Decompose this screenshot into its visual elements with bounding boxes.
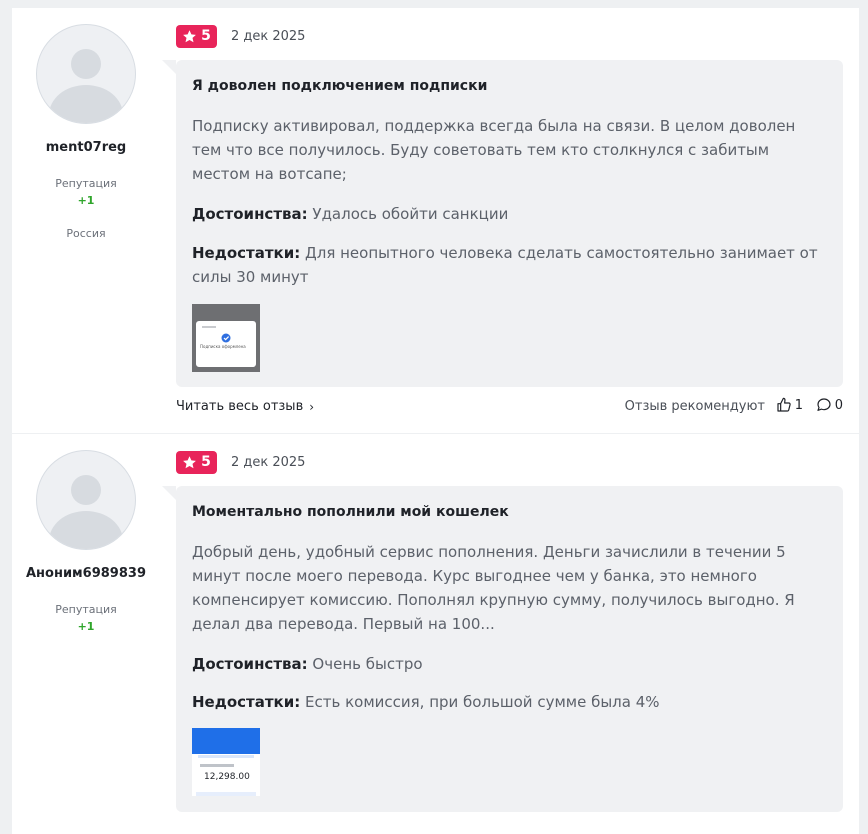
country: Россия xyxy=(66,227,106,240)
read-more-label: Читать весь отзыв xyxy=(176,399,304,414)
cons-label: Недостатки: xyxy=(192,693,301,711)
avatar[interactable] xyxy=(36,24,136,124)
author-panel: ment07reg Репутация +1 Россия xyxy=(12,8,160,240)
cons: Недостатки: Для неопытного человека сдел… xyxy=(192,241,822,289)
reviews-page: ment07reg Репутация +1 Россия 5 2 дек 20… xyxy=(0,0,868,834)
review-title[interactable]: Я доволен подключением подписки xyxy=(192,78,487,94)
read-more-link[interactable]: Читать весь отзыв › xyxy=(176,399,314,414)
thumbs-up-icon xyxy=(777,397,791,412)
reputation-value: +1 xyxy=(77,620,95,633)
cons-text: Есть комиссия, при большой сумме была 4% xyxy=(305,693,660,711)
pros-text: Очень быстро xyxy=(312,655,423,673)
rating-badge: 5 xyxy=(176,24,217,48)
review-text: Подписку активировал, поддержка всегда б… xyxy=(192,117,796,183)
comments-button[interactable]: 0 xyxy=(816,397,843,413)
review-bubble: Я доволен подключением подписки Подписку… xyxy=(162,60,843,387)
like-count: 1 xyxy=(794,397,803,413)
reputation-label: Репутация xyxy=(55,603,117,616)
rating-value: 5 xyxy=(201,28,211,44)
avatar-head xyxy=(71,475,101,505)
screenshot-thumbnail xyxy=(192,728,260,796)
review-meta: 5 2 дек 2025 xyxy=(176,24,305,48)
rating-value: 5 xyxy=(201,454,211,470)
review-card: Аноним6989839 Репутация +1 5 2 дек 2025 … xyxy=(12,434,859,834)
review-bubble: Моментально пополнили мой кошелек Добрый… xyxy=(162,486,843,812)
like-button[interactable]: 1 xyxy=(776,397,803,413)
pros-label: Достоинства: xyxy=(192,205,308,223)
review-photo[interactable]: Подписка оформлена xyxy=(192,304,260,372)
review-title[interactable]: Моментально пополнили мой кошелек xyxy=(192,504,509,520)
comment-count: 0 xyxy=(834,397,843,413)
cons-label: Недостатки: xyxy=(192,244,301,262)
star-icon xyxy=(183,455,196,468)
comment-icon xyxy=(817,398,831,411)
pros: Достоинства: Очень быстро xyxy=(192,652,822,676)
cons: Недостатки: Есть комиссия, при большой с… xyxy=(192,690,822,714)
review-footer: Читать весь отзыв › Отзыв рекомендуют 1 … xyxy=(176,396,843,420)
thumbnail-amount: 12,298.00 xyxy=(204,772,250,782)
review-date: 2 дек 2025 xyxy=(231,28,306,44)
reputation-value: +1 xyxy=(77,194,95,207)
avatar-body xyxy=(49,511,123,549)
rating-badge: 5 xyxy=(176,450,217,474)
star-icon xyxy=(183,29,196,42)
pros-text: Удалось обойти санкции xyxy=(312,205,509,223)
recommend-label: Отзыв рекомендуют xyxy=(624,399,765,414)
review-photo[interactable]: 12,298.00 xyxy=(192,728,260,796)
avatar[interactable] xyxy=(36,450,136,550)
review-meta: 5 2 дек 2025 xyxy=(176,450,305,474)
pros: Достоинства: Удалось обойти санкции xyxy=(192,202,822,226)
avatar-body xyxy=(49,85,123,123)
username[interactable]: ment07reg xyxy=(12,140,160,155)
screenshot-thumbnail xyxy=(192,304,260,372)
chevron-right-icon: › xyxy=(309,399,315,414)
review-text: Добрый день, удобный сервис пополнения. … xyxy=(192,543,795,633)
review-date: 2 дек 2025 xyxy=(231,454,306,470)
avatar-head xyxy=(71,49,101,79)
review-card: ment07reg Репутация +1 Россия 5 2 дек 20… xyxy=(12,8,859,433)
pros-label: Достоинства: xyxy=(192,655,308,673)
author-panel: Аноним6989839 Репутация +1 xyxy=(12,434,160,633)
reputation-label: Репутация xyxy=(55,177,117,190)
thumbnail-caption: Подписка оформлена xyxy=(200,344,246,349)
username[interactable]: Аноним6989839 xyxy=(12,566,160,581)
